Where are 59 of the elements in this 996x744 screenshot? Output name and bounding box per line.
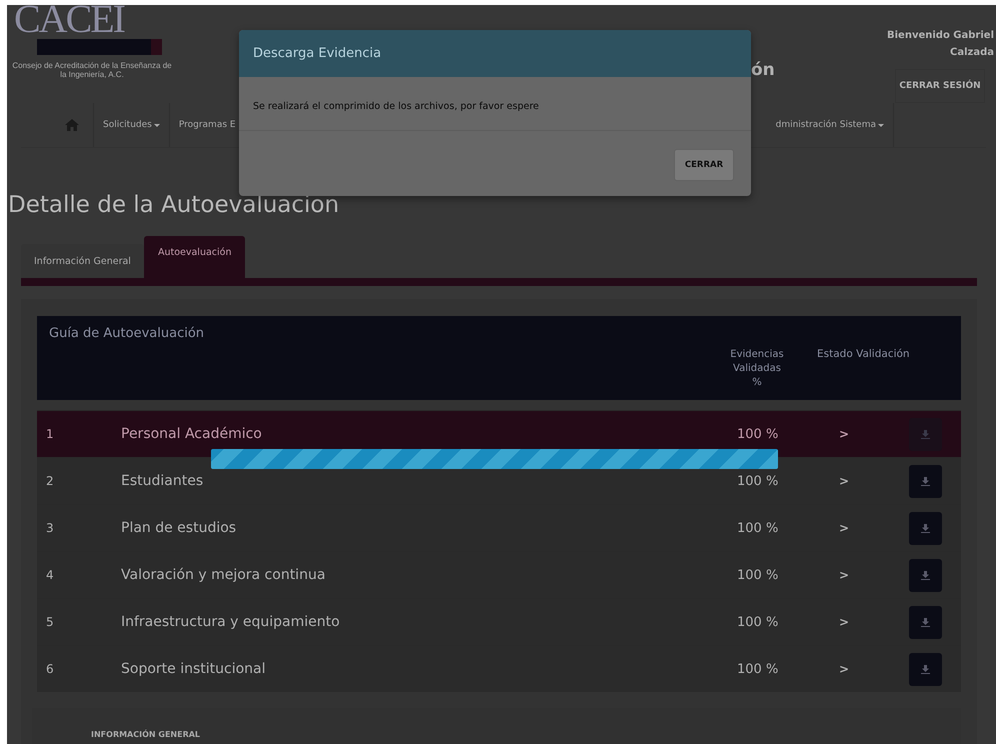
download-icon (921, 618, 930, 626)
welcome-text: Bienvenido Gabriel Calzada (886, 29, 994, 60)
nav-menu-item[interactable]: Solicitudes (103, 120, 160, 130)
table-cell-text: 100 % (736, 426, 780, 442)
caret-icon (154, 124, 160, 126)
chevron-link[interactable]: > (829, 615, 909, 629)
column-header: Estado Validación (817, 348, 910, 360)
download-button[interactable] (909, 652, 942, 686)
table-cell-text: 100 % (736, 474, 780, 488)
download-icon (921, 570, 930, 580)
download-button[interactable] (909, 512, 942, 544)
table-cell-text: Valoración y mejora continua (121, 567, 326, 583)
table-cell-text: Estudiantes (121, 473, 204, 489)
caret-icon (878, 124, 884, 126)
download-icon (921, 664, 930, 674)
table-row[interactable]: 6 Soporte institucional 100 % > (37, 645, 961, 692)
table-cell-text: Infraestructura y equipamiento (121, 614, 341, 630)
nav-menu-item[interactable]: dministración Sistema (776, 120, 884, 130)
column-header: Guía de Autoevaluación (49, 326, 204, 341)
table-cell-text: Soporte institucional (121, 661, 267, 677)
table-cell-text: 2 (45, 474, 55, 488)
table-cell-text: Plan de estudios (121, 520, 238, 536)
page-title: Detalle de la Autoevaluacion (8, 191, 340, 220)
chevron-link[interactable]: > (829, 568, 909, 582)
download-icon (921, 476, 930, 486)
logout-button[interactable]: CERRAR SESIÓN (895, 69, 985, 103)
table-row[interactable]: 4 Valoración y mejora continua 100 % > (37, 551, 961, 598)
download-button[interactable] (909, 558, 942, 592)
download-icon (921, 524, 930, 532)
table-cell-text: 100 % (736, 520, 780, 536)
chevron-link[interactable]: > (829, 521, 909, 535)
chevron-link[interactable]: > (829, 427, 909, 441)
download-button[interactable] (909, 464, 942, 498)
table-cell-text: 100 % (736, 568, 780, 582)
table-cell-text: 4 (45, 568, 55, 582)
table-cell-text: Personal Académico (121, 426, 263, 442)
table-cell-text: 5 (45, 615, 55, 629)
chevron-link[interactable]: > (829, 474, 909, 488)
section-heading: INFORMACIÓN GENERAL (91, 730, 200, 739)
column-header: Evidencias Validadas % (729, 348, 785, 390)
nav-menu-item[interactable]: Programas E (178, 120, 236, 130)
modal-message: Se realizará el comprimido de los archivos, por favor espere (239, 77, 751, 131)
logo-caption: Consejo de Acreditación de la Enseñanza de la Ingeniería, A.C. (12, 61, 172, 80)
modal-title: Descarga Evidencia (253, 46, 382, 61)
table-row[interactable]: 5 Infraestructura y equipamiento 100 % > (37, 598, 961, 645)
chevron-link[interactable]: > (829, 662, 909, 676)
table-row[interactable]: 3 Plan de estudios 100 % > (37, 504, 961, 551)
tab[interactable]: Autoevaluación (144, 236, 246, 278)
page-heading: ón (751, 60, 775, 80)
table-cell-text: 100 % (736, 662, 780, 676)
table-cell-text: 6 (45, 662, 55, 676)
table-cell-text: 100 % (736, 614, 780, 630)
download-button[interactable] (909, 606, 942, 638)
table-cell-text: 3 (45, 521, 55, 535)
download-button[interactable] (909, 418, 942, 450)
download-icon (921, 430, 930, 438)
table-cell-text: 1 (45, 427, 55, 441)
close-button[interactable]: CERRAR (674, 149, 734, 181)
logo: CACEI (12, 5, 172, 57)
